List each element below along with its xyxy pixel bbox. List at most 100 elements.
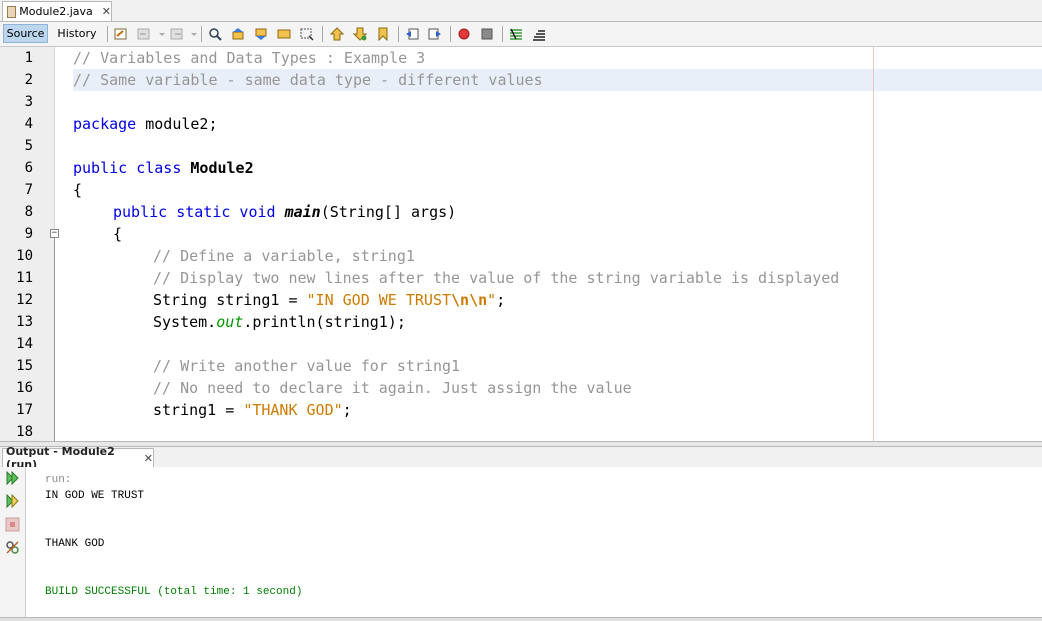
output-console[interactable]: run: IN GOD WE TRUST THANK GOD BUILD SUC… bbox=[26, 467, 1042, 618]
output-line: THANK GOD bbox=[45, 538, 105, 550]
line-number: 17 bbox=[16, 402, 33, 418]
line-number: 1 bbox=[24, 50, 33, 66]
settings-icon[interactable] bbox=[5, 540, 20, 555]
toolbar-separator bbox=[107, 26, 108, 42]
find-selection-icon[interactable] bbox=[208, 27, 222, 41]
code-line-9: { bbox=[113, 225, 123, 243]
editor-tab-module2[interactable]: Module2.java ✕ bbox=[2, 1, 112, 21]
code-text: module2; bbox=[136, 115, 218, 133]
forward-icon[interactable] bbox=[170, 27, 184, 41]
line-number: 16 bbox=[16, 380, 33, 396]
line-number: 10 bbox=[16, 248, 33, 264]
stop-macro-recording-icon[interactable] bbox=[480, 27, 494, 41]
code-line-12: String string1 = "IN GOD WE TRUST\n\n"; bbox=[153, 289, 505, 311]
output-line: BUILD SUCCESSFUL (total time: 1 second) bbox=[45, 586, 303, 598]
output-tab[interactable]: Output - Module2 (run) ✕ bbox=[2, 445, 154, 471]
line-number: 4 bbox=[24, 116, 33, 132]
code-line-17: string1 = "THANK GOD"; bbox=[153, 399, 352, 421]
output-side-toolbar bbox=[0, 467, 26, 618]
toolbar-separator bbox=[450, 26, 451, 42]
code-line-4: package module2; bbox=[73, 113, 218, 135]
source-tab-button[interactable]: Source bbox=[3, 24, 48, 43]
code-line-8: public static void main(String[] args) bbox=[113, 201, 456, 223]
status-strip bbox=[0, 617, 1042, 621]
editor-tab-title: Module2.java bbox=[19, 5, 93, 18]
toggle-highlight-icon[interactable] bbox=[277, 27, 291, 41]
code-line-6: public class Module2 bbox=[73, 157, 254, 179]
code-line-16: // No need to declare it again. Just ass… bbox=[153, 379, 632, 397]
line-number: 14 bbox=[16, 336, 33, 352]
string-literal: "IN GOD WE TRUST bbox=[306, 291, 452, 309]
right-margin-guide bbox=[873, 47, 874, 441]
line-number: 11 bbox=[16, 270, 33, 286]
code-text: ; bbox=[496, 291, 506, 309]
toolbar-separator bbox=[398, 26, 399, 42]
rerun-icon[interactable] bbox=[5, 471, 20, 486]
keyword: public class bbox=[73, 159, 182, 177]
start-macro-recording-icon[interactable] bbox=[457, 27, 471, 41]
method-name: main bbox=[284, 203, 321, 221]
fold-guide-line bbox=[54, 238, 55, 441]
keyword: package bbox=[73, 115, 137, 133]
stop-icon[interactable] bbox=[5, 517, 20, 532]
toolbar-separator bbox=[201, 26, 202, 42]
output-line: run: bbox=[45, 474, 72, 486]
previous-bookmark-icon[interactable] bbox=[330, 27, 344, 41]
code-line-11: // Display two new lines after the value… bbox=[153, 269, 840, 287]
line-number: 12 bbox=[16, 292, 33, 308]
back-dropdown-icon[interactable] bbox=[158, 27, 166, 41]
code-text: .println(string1); bbox=[243, 313, 406, 331]
shift-right-icon[interactable] bbox=[428, 27, 442, 41]
code-text: ; bbox=[342, 401, 352, 419]
static-field: out bbox=[216, 313, 244, 331]
string-quote: " bbox=[487, 291, 497, 309]
line-number: 8 bbox=[24, 204, 33, 220]
code-editor[interactable]: 1 2 3 4 5 6 7 8 9 10 11 12 13 14 15 16 1… bbox=[0, 47, 1042, 441]
java-file-icon bbox=[7, 5, 17, 18]
code-line-7: { bbox=[73, 181, 83, 199]
back-icon[interactable] bbox=[137, 27, 151, 41]
code-text: String string1 = bbox=[153, 291, 307, 309]
next-bookmark-icon[interactable] bbox=[353, 27, 367, 41]
line-number: 13 bbox=[16, 314, 33, 330]
find-next-icon[interactable] bbox=[254, 27, 268, 41]
forward-dropdown-icon[interactable] bbox=[190, 27, 198, 41]
last-edit-icon[interactable] bbox=[114, 27, 128, 41]
editor-toolbar: Source History bbox=[0, 22, 1042, 47]
keyword: public static void bbox=[113, 203, 276, 221]
output-tab-bar: Output - Module2 (run) ✕ bbox=[0, 445, 1042, 471]
line-number: 5 bbox=[24, 138, 33, 154]
line-number: 15 bbox=[16, 358, 33, 374]
fold-collapse-icon[interactable]: − bbox=[50, 229, 59, 238]
code-line-1: // Variables and Data Types : Example 3 bbox=[73, 49, 426, 67]
code-text: System. bbox=[153, 313, 217, 331]
output-line: IN GOD WE TRUST bbox=[45, 490, 145, 502]
line-number: 6 bbox=[24, 160, 33, 176]
code-line-10: // Define a variable, string1 bbox=[153, 247, 415, 265]
code-line-13: System.out.println(string1); bbox=[153, 311, 406, 333]
line-number: 18 bbox=[16, 424, 33, 440]
comment-icon[interactable] bbox=[509, 27, 523, 41]
class-name: Module2 bbox=[190, 159, 254, 177]
close-tab-icon[interactable]: ✕ bbox=[102, 5, 111, 18]
toggle-bookmark-icon[interactable] bbox=[376, 27, 390, 41]
editor-tab-bar: Module2.java ✕ bbox=[0, 0, 1042, 22]
uncomment-icon[interactable] bbox=[532, 27, 546, 41]
close-output-icon[interactable]: ✕ bbox=[144, 452, 153, 465]
line-number: 3 bbox=[24, 94, 33, 110]
rerun-with-parameters-icon[interactable] bbox=[5, 494, 20, 509]
line-number: 2 bbox=[24, 72, 33, 88]
code-text: (String[] args) bbox=[320, 203, 457, 221]
toolbar-separator bbox=[322, 26, 323, 42]
history-tab-button[interactable]: History bbox=[53, 24, 101, 43]
line-number: 9 bbox=[24, 226, 33, 242]
code-line-2: // Same variable - same data type - diff… bbox=[73, 71, 543, 89]
find-previous-icon[interactable] bbox=[231, 27, 245, 41]
shift-left-icon[interactable] bbox=[405, 27, 419, 41]
code-line-15: // Write another value for string1 bbox=[153, 357, 461, 375]
string-literal: "THANK GOD" bbox=[243, 401, 343, 419]
escape-sequence: \n\n bbox=[451, 291, 488, 309]
toggle-rectangular-selection-icon[interactable] bbox=[300, 27, 314, 41]
toolbar-separator bbox=[502, 26, 503, 42]
code-text: string1 = bbox=[153, 401, 244, 419]
